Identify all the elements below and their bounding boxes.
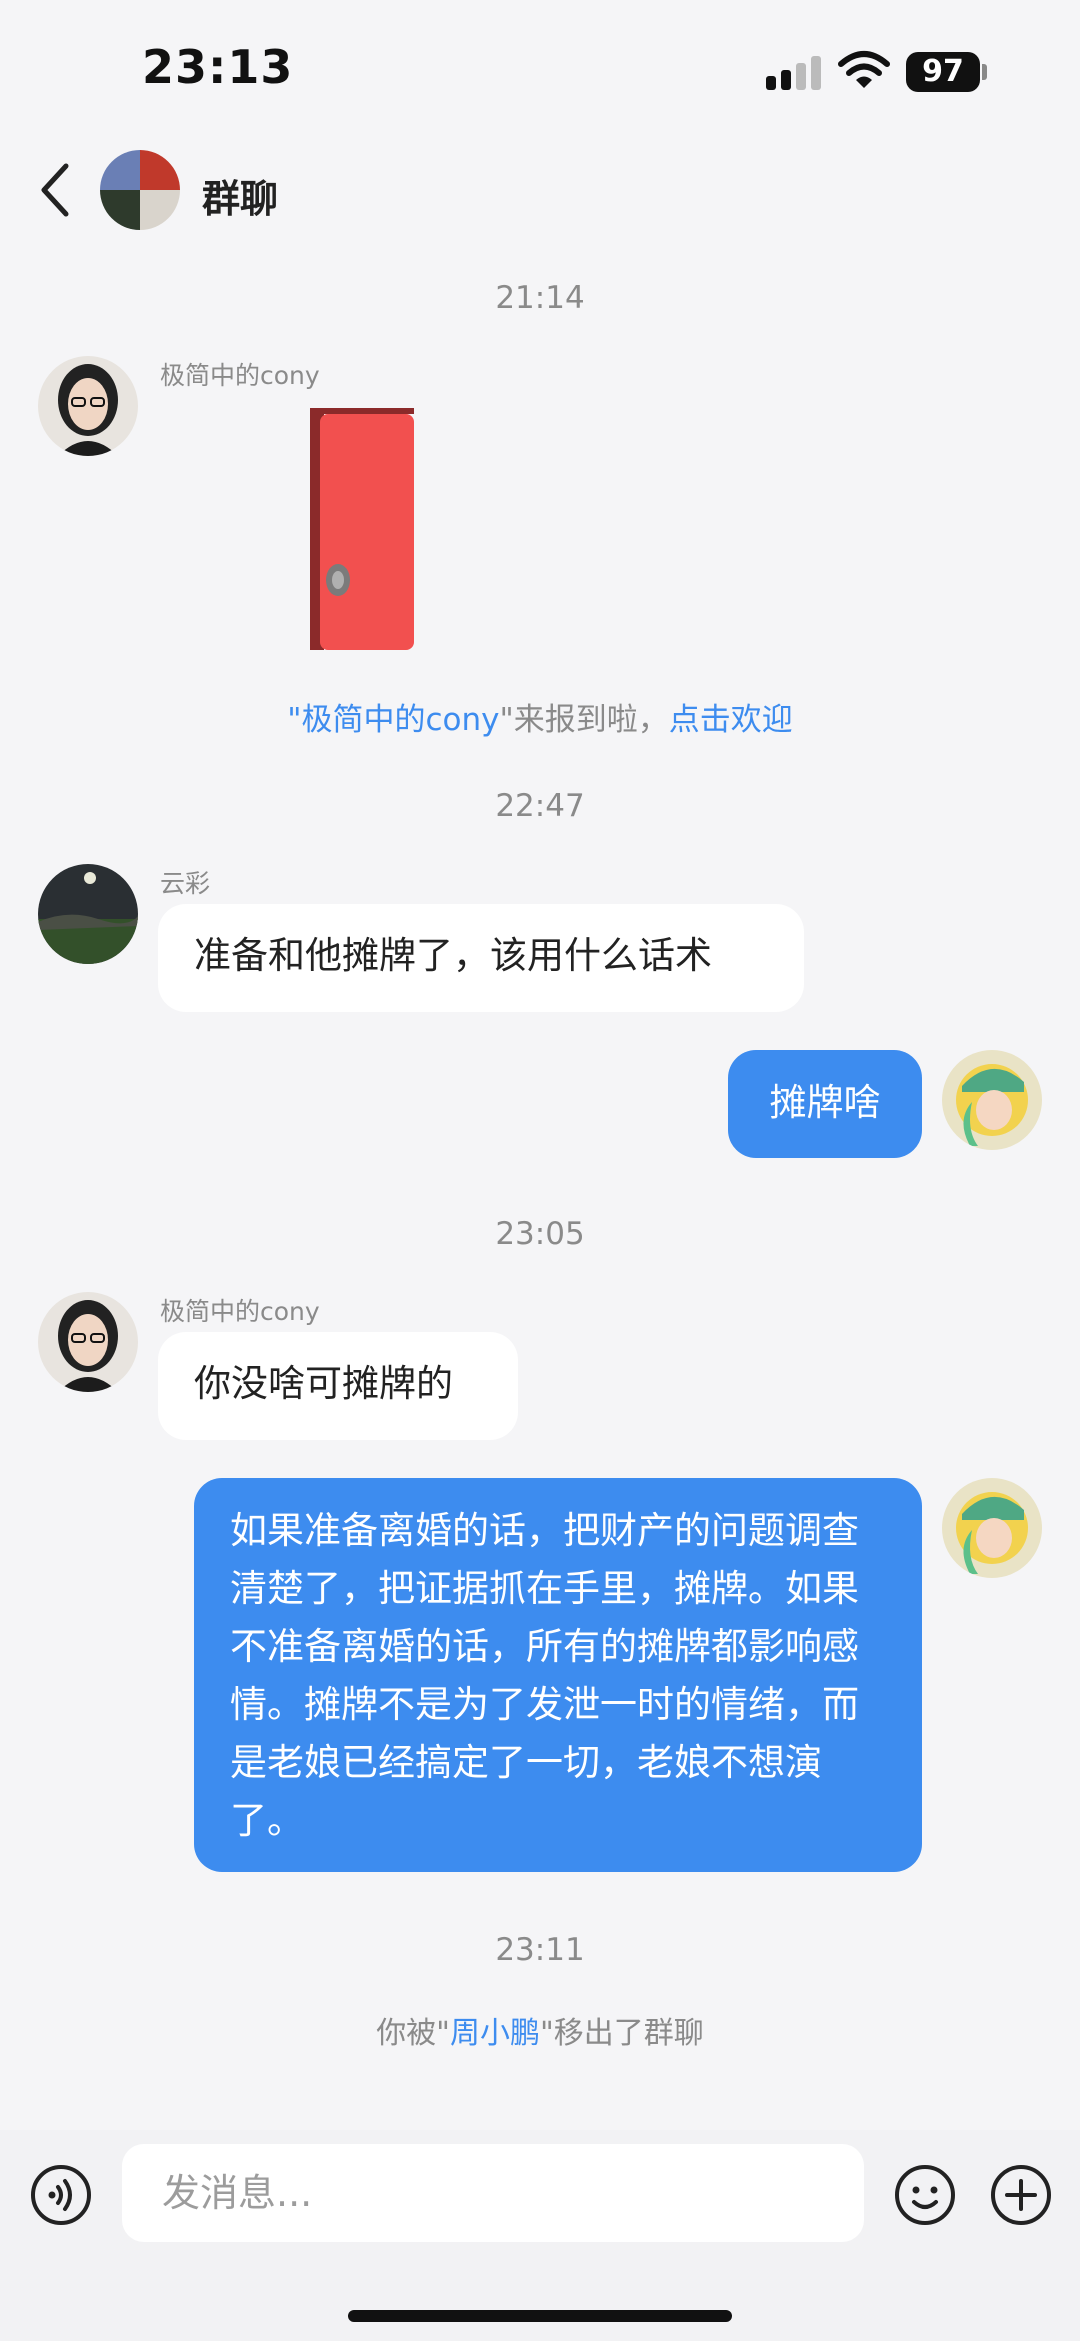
status-time: 23:13 [142, 40, 294, 94]
welcome-link[interactable]: 点击欢迎 [669, 702, 793, 738]
wifi-icon [838, 51, 890, 88]
battery-indicator: 97 [906, 52, 980, 92]
avatar-self[interactable] [942, 1478, 1042, 1578]
join-notice: "极简中的cony"来报到啦，点击欢迎 [0, 694, 1080, 739]
sender-name: 极简中的cony [160, 1297, 320, 1326]
join-notice-name[interactable]: 极简中的cony [301, 702, 499, 738]
emoji-icon[interactable] [894, 2164, 956, 2226]
timestamp: 23:05 [495, 1216, 585, 1252]
quote-mark: " [287, 702, 302, 738]
avatar-cony[interactable] [38, 356, 138, 456]
timestamp: 23:11 [495, 1932, 585, 1968]
cellular-signal-icon [766, 56, 822, 90]
timestamp: 22:47 [495, 788, 585, 824]
chat-title: 群聊 [202, 177, 279, 221]
battery-cap [982, 64, 987, 80]
removed-notice-prefix: 你被" [376, 2016, 450, 2051]
group-avatar[interactable] [100, 150, 180, 230]
message-input[interactable]: 发消息... [122, 2144, 864, 2242]
home-indicator [348, 2310, 732, 2322]
sender-name: 云彩 [160, 869, 211, 898]
join-notice-text: "来报到啦， [499, 702, 669, 738]
voice-icon[interactable] [30, 2164, 92, 2226]
removed-notice: 你被"周小鹏"移出了群聊 [0, 2008, 1080, 2052]
removed-by-name[interactable]: 周小鹏 [450, 2016, 540, 2051]
message-bubble-outgoing[interactable]: 如果准备离婚的话，把财产的问题调查清楚了，把证据抓在手里，摊牌。如果不准备离婚的… [194, 1478, 922, 1872]
message-bubble-incoming[interactable]: 准备和他摊牌了，该用什么话术 [158, 904, 804, 1012]
add-icon[interactable] [990, 2164, 1052, 2226]
avatar-cony[interactable] [38, 1292, 138, 1392]
back-icon[interactable] [36, 160, 76, 220]
avatar-self[interactable] [942, 1050, 1042, 1150]
message-bubble-outgoing[interactable]: 摊牌啥 [728, 1050, 922, 1158]
timestamp: 21:14 [495, 280, 585, 316]
avatar-yuncai[interactable] [38, 864, 138, 964]
door-sticker[interactable] [306, 402, 418, 650]
sender-name: 极简中的cony [160, 361, 320, 390]
message-bubble-incoming[interactable]: 你没啥可摊牌的 [158, 1332, 518, 1440]
removed-notice-suffix: "移出了群聊 [540, 2016, 704, 2051]
